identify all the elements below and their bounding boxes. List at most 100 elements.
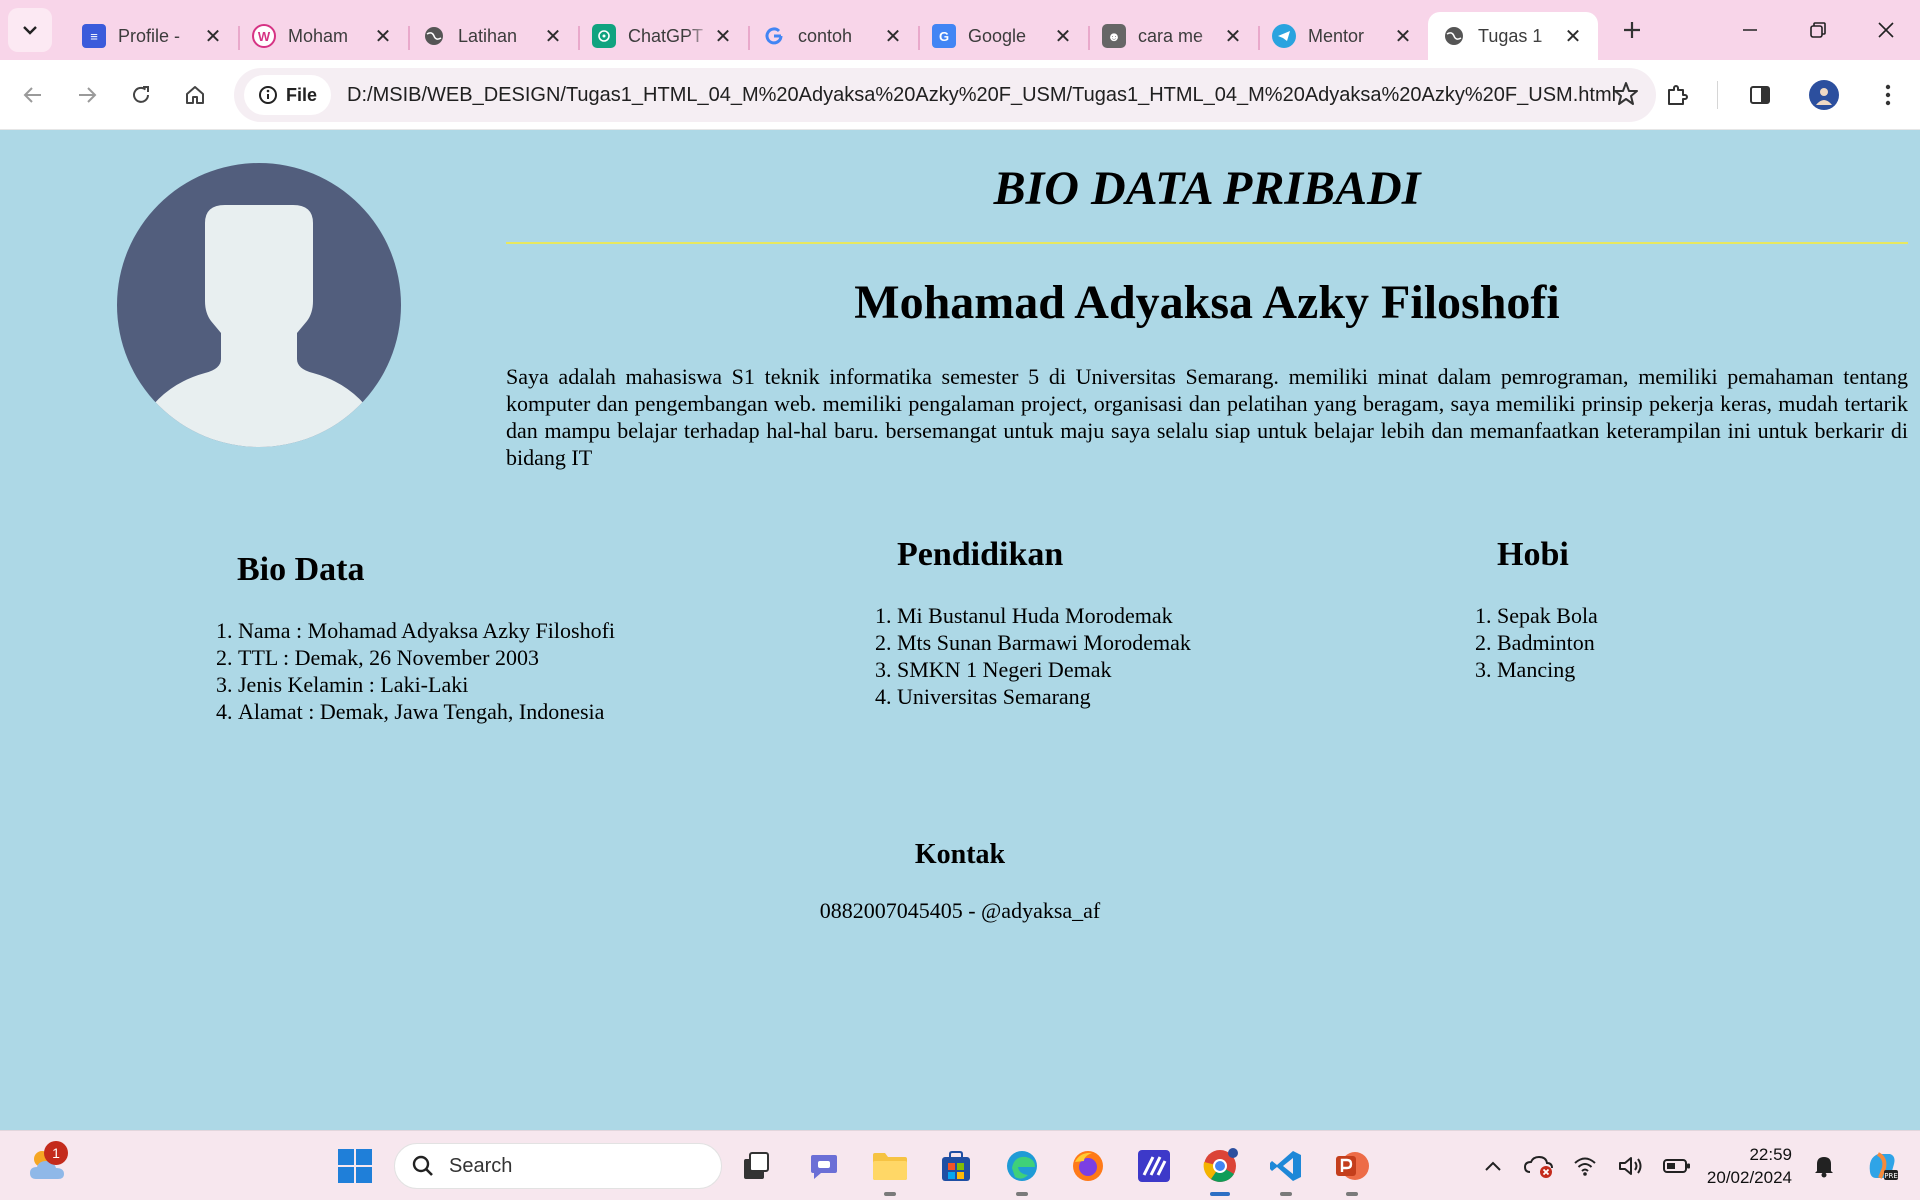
start-button[interactable] bbox=[333, 1144, 377, 1188]
tab-title: ChatGPT bbox=[628, 25, 704, 46]
home-button[interactable] bbox=[173, 73, 217, 117]
firefox-icon bbox=[1073, 1151, 1103, 1181]
show-hidden-icons-button[interactable] bbox=[1473, 1146, 1513, 1186]
copilot-button[interactable]: PRE bbox=[1862, 1146, 1902, 1186]
globe-favicon-icon bbox=[1442, 24, 1466, 48]
search-icon bbox=[412, 1155, 433, 1176]
list-item: Alamat : Demak, Jawa Tengah, Indonesia bbox=[238, 698, 615, 725]
chrome-icon bbox=[1203, 1148, 1238, 1182]
window-controls bbox=[1716, 0, 1920, 60]
close-icon[interactable]: ✕ bbox=[542, 25, 564, 48]
browser-tab[interactable]: ☻ cara me ✕ bbox=[1088, 12, 1258, 60]
browser-tab[interactable]: W Moham ✕ bbox=[238, 12, 408, 60]
battery-status[interactable] bbox=[1657, 1146, 1697, 1186]
taskbar-app-editor[interactable] bbox=[1132, 1144, 1176, 1188]
menu-button[interactable] bbox=[1866, 73, 1910, 117]
store-icon bbox=[942, 1151, 970, 1181]
wifi-status[interactable] bbox=[1565, 1146, 1605, 1186]
telegram-favicon-icon bbox=[1272, 24, 1296, 48]
taskbar-app-vscode[interactable] bbox=[1264, 1144, 1308, 1196]
browser-tab[interactable]: contoh ✕ bbox=[748, 12, 918, 60]
restore-button[interactable] bbox=[1784, 0, 1852, 60]
tab-title: cara me bbox=[1138, 25, 1204, 46]
browser-tab[interactable]: ChatGPT ✕ bbox=[578, 12, 748, 60]
taskbar-app-file-explorer[interactable] bbox=[868, 1144, 912, 1196]
section-heading: Pendidikan bbox=[897, 536, 1064, 573]
close-icon bbox=[1878, 22, 1894, 38]
restore-icon bbox=[1810, 22, 1826, 38]
profile-button[interactable] bbox=[1802, 73, 1846, 117]
url-text[interactable]: D:/MSIB/WEB_DESIGN/Tugas1_HTML_04_M%20Ad… bbox=[347, 84, 1637, 107]
taskbar-app-firefox[interactable] bbox=[1066, 1144, 1110, 1188]
close-icon[interactable]: ✕ bbox=[202, 25, 224, 48]
onedrive-status[interactable] bbox=[1519, 1146, 1559, 1186]
running-indicator bbox=[884, 1192, 896, 1196]
taskbar-app-teams[interactable] bbox=[802, 1144, 846, 1188]
edge-icon bbox=[1007, 1151, 1037, 1181]
new-tab-button[interactable] bbox=[1612, 10, 1652, 50]
reload-button[interactable] bbox=[119, 73, 163, 117]
contact-heading: Kontak bbox=[914, 839, 1006, 870]
taskbar-app-powerpoint[interactable] bbox=[1330, 1144, 1374, 1196]
scheme-label: File bbox=[286, 84, 318, 105]
windows-logo-icon bbox=[338, 1149, 372, 1183]
contact-text: 0882007045405 - @adyaksa_af bbox=[819, 898, 1101, 923]
user-icon bbox=[1816, 88, 1832, 105]
section-heading: Hobi bbox=[1497, 536, 1569, 573]
taskbar-app-edge[interactable] bbox=[1000, 1144, 1044, 1196]
browser-tab[interactable]: Latihan ✕ bbox=[408, 12, 578, 60]
close-icon[interactable]: ✕ bbox=[1562, 25, 1584, 48]
address-bar[interactable]: File D:/MSIB/WEB_DESIGN/Tugas1_HTML_04_M… bbox=[234, 68, 1656, 122]
browser-tab[interactable]: Mentor ✕ bbox=[1258, 12, 1428, 60]
running-indicator-active bbox=[1210, 1192, 1230, 1196]
tab-title: Tugas 1 bbox=[1478, 25, 1543, 46]
chevron-down-icon bbox=[23, 26, 37, 35]
home-icon bbox=[186, 85, 204, 104]
forward-button[interactable] bbox=[65, 73, 109, 117]
taskbar-app-chrome[interactable] bbox=[1198, 1144, 1242, 1196]
bio-data-list: Nama : Mohamad Adyaksa Azky Filoshofi TT… bbox=[214, 617, 615, 725]
list-item: Badminton bbox=[1497, 629, 1598, 656]
back-button[interactable] bbox=[11, 73, 55, 117]
browser-tab[interactable]: ≡ Profile - ✕ bbox=[68, 12, 238, 60]
puzzle-icon bbox=[1668, 85, 1688, 105]
close-icon[interactable]: ✕ bbox=[1052, 25, 1074, 48]
taskbar-app-store[interactable] bbox=[934, 1144, 978, 1188]
toolbar-separator bbox=[1717, 81, 1718, 109]
close-icon[interactable]: ✕ bbox=[1222, 25, 1244, 48]
notifications-button[interactable] bbox=[1804, 1146, 1844, 1186]
taskbar-search[interactable]: Search bbox=[394, 1143, 722, 1189]
side-panel-button[interactable] bbox=[1738, 73, 1782, 117]
google-translate-favicon-icon: G bbox=[932, 24, 956, 48]
extensions-button[interactable] bbox=[1655, 73, 1699, 117]
tab-search-button[interactable] bbox=[8, 8, 52, 52]
close-icon[interactable]: ✕ bbox=[712, 25, 734, 48]
browser-tab[interactable]: G Google ✕ bbox=[918, 12, 1088, 60]
copilot-icon: PRE bbox=[1869, 1152, 1898, 1180]
site-info-chip[interactable]: File bbox=[244, 75, 332, 115]
web-page: BIO DATA PRIBADI Mohamad Adyaksa Azky Fi… bbox=[0, 131, 1920, 1130]
windows-taskbar: 1 Search 22:59 20/02/2024 PRE bbox=[0, 1130, 1920, 1200]
profile-picture bbox=[117, 163, 401, 447]
toolbar-right bbox=[1635, 73, 1920, 117]
arrow-right-icon bbox=[79, 86, 97, 103]
globe-favicon-icon bbox=[422, 24, 446, 48]
minimize-button[interactable] bbox=[1716, 0, 1784, 60]
browser-tab-active[interactable]: Tugas 1 ✕ bbox=[1428, 12, 1598, 60]
folder-icon bbox=[873, 1153, 907, 1180]
vscode-icon bbox=[1270, 1151, 1301, 1181]
close-icon[interactable]: ✕ bbox=[372, 25, 394, 48]
more-vertical-icon bbox=[1885, 84, 1891, 106]
close-icon[interactable]: ✕ bbox=[882, 25, 904, 48]
task-view-button[interactable] bbox=[734, 1144, 778, 1188]
close-icon[interactable]: ✕ bbox=[1392, 25, 1414, 48]
list-item: Jenis Kelamin : Laki-Laki bbox=[238, 671, 615, 698]
list-item: SMKN 1 Negeri Demak bbox=[897, 656, 1191, 683]
clock[interactable]: 22:59 20/02/2024 bbox=[1707, 1143, 1792, 1189]
education-list: Mi Bustanul Huda Morodemak Mts Sunan Bar… bbox=[873, 602, 1191, 710]
browser-tab-strip: ≡ Profile - ✕ W Moham ✕ Latihan ✕ ChatGP… bbox=[0, 0, 1920, 60]
close-window-button[interactable] bbox=[1852, 0, 1920, 60]
svg-text:PRE: PRE bbox=[1884, 1172, 1898, 1180]
list-item: Universitas Semarang bbox=[897, 683, 1191, 710]
volume-control[interactable] bbox=[1611, 1146, 1651, 1186]
